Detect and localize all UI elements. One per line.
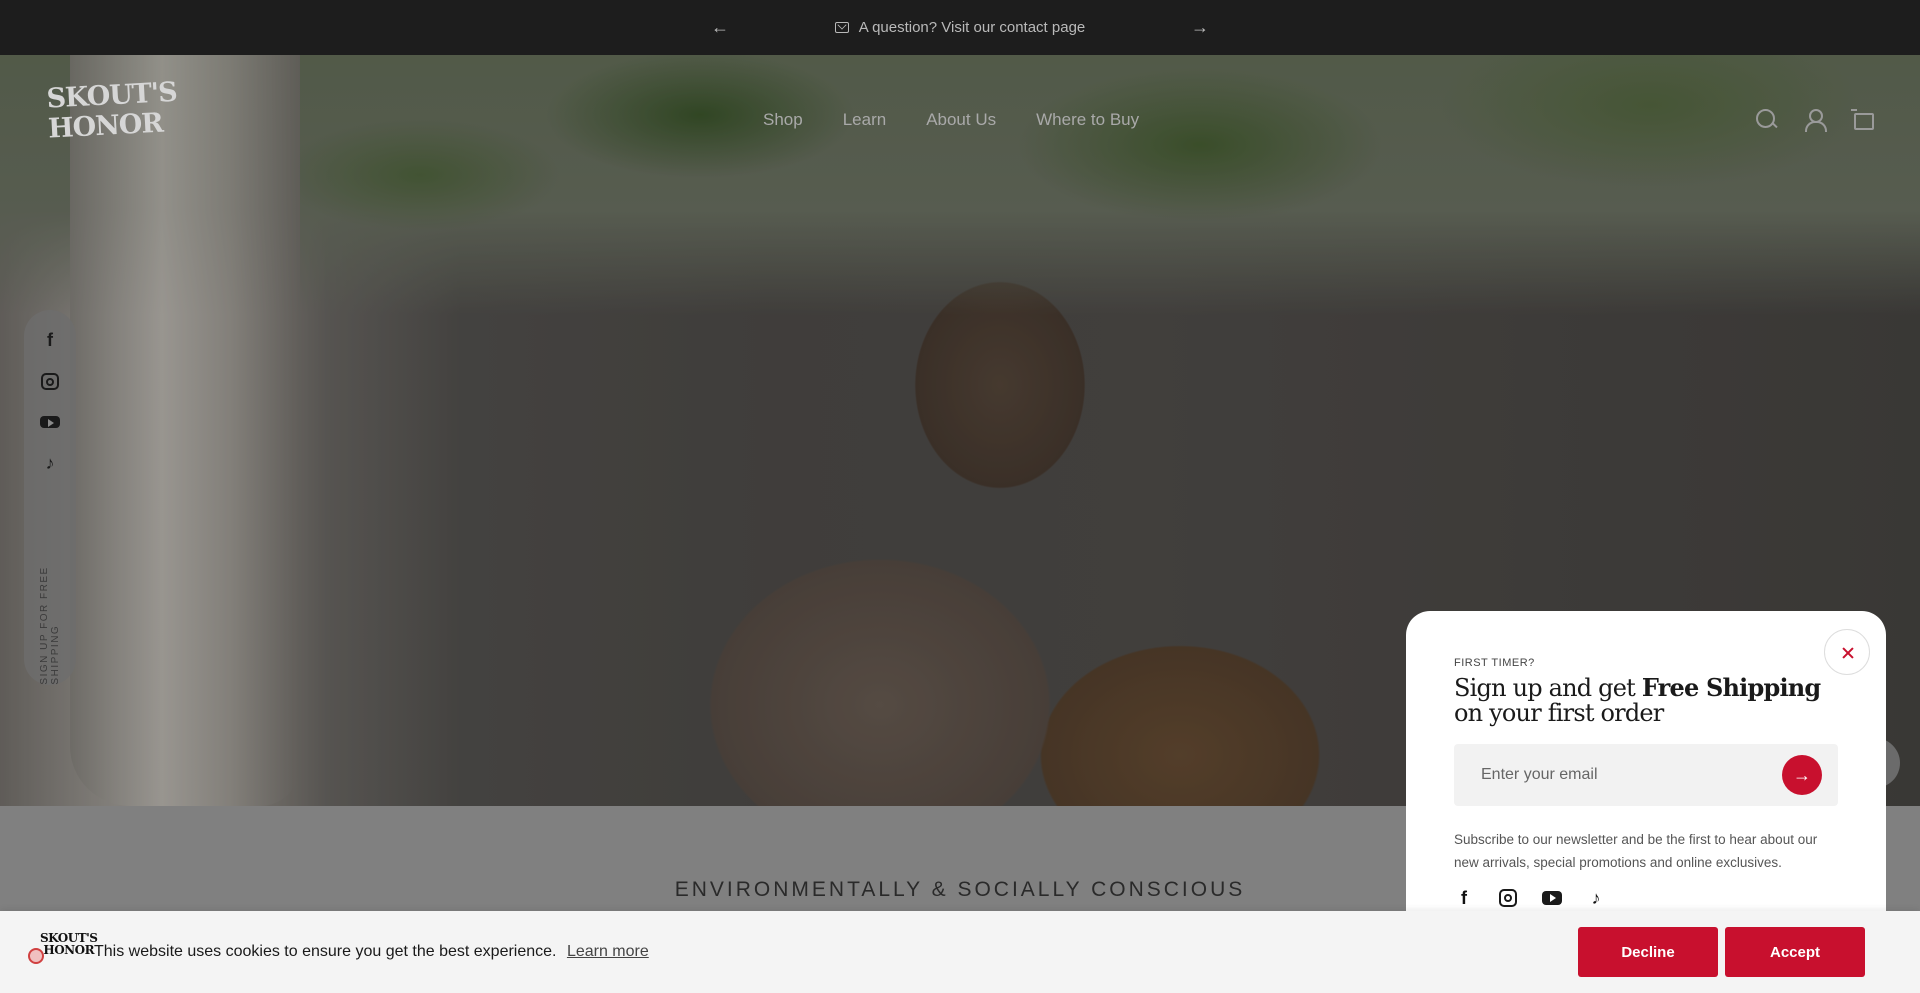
popup-eyebrow: FIRST TIMER?	[1454, 657, 1535, 669]
nav-item-learn[interactable]: Learn	[843, 110, 886, 130]
popup-social-icons: f ♪	[1454, 888, 1838, 908]
tiktok-icon[interactable]: ♪	[1586, 888, 1606, 908]
submit-arrow-button[interactable]: →	[1782, 755, 1822, 795]
accept-button[interactable]: Accept	[1725, 927, 1865, 977]
arrow-left-icon[interactable]: ←	[705, 17, 735, 38]
announcement-message[interactable]: A question? Visit our contact page	[735, 19, 1185, 36]
announcement-text[interactable]: A question? Visit our contact page	[859, 19, 1086, 36]
headline-bold: Free Shipping	[1641, 673, 1821, 702]
account-icon[interactable]	[1803, 108, 1827, 132]
mail-icon	[834, 22, 849, 33]
nav-item-shop[interactable]: Shop	[763, 110, 803, 130]
site-logo[interactable]: SKOUT'S HONOR	[46, 77, 178, 168]
cookie-message: This website uses cookies to ensure you …	[94, 943, 649, 961]
social-sidebar: f ♪ SIGN UP FOR FREE SHIPPING	[24, 310, 76, 685]
subscribe-text: Subscribe to our newsletter and be the f…	[1454, 832, 1818, 870]
signup-free-shipping-link[interactable]: SIGN UP FOR FREE SHIPPING	[39, 519, 61, 685]
newsletter-popup: FIRST TIMER? Sign up and get Free Shippi…	[1406, 611, 1886, 911]
instagram-icon[interactable]	[41, 373, 59, 390]
announcement-bar: ← A question? Visit our contact page →	[0, 0, 1920, 55]
popup-headline: Sign up and get Free Shipping on your fi…	[1454, 675, 1838, 726]
facebook-icon[interactable]: f	[1454, 888, 1474, 908]
cookie-text: This website uses cookies to ensure you …	[94, 943, 557, 960]
email-field-wrapper: →	[1454, 744, 1838, 806]
cookie-logo-text: SKOUT'S HONOR	[40, 932, 98, 957]
tiktok-icon[interactable]: ♪	[38, 451, 62, 475]
cookie-logo-line-2: HONOR	[43, 943, 95, 957]
learn-more-link[interactable]: Learn more	[567, 943, 649, 960]
search-icon[interactable]	[1755, 108, 1777, 130]
headline-pre: Sign up and get	[1454, 674, 1642, 702]
close-icon[interactable]	[1824, 629, 1870, 675]
email-field[interactable]	[1454, 744, 1754, 806]
cart-icon[interactable]	[1851, 108, 1874, 130]
logo-line-2: HONOR	[47, 107, 164, 145]
cookie-logo: SKOUT'S HONOR	[28, 930, 98, 974]
youtube-icon[interactable]	[40, 415, 60, 429]
header-icons	[1755, 108, 1874, 132]
nav-item-where-to-buy[interactable]: Where to Buy	[1036, 110, 1139, 130]
arrow-right-icon[interactable]: →	[1185, 17, 1215, 38]
headline-post: on your first order	[1454, 699, 1664, 727]
decline-button[interactable]: Decline	[1578, 927, 1718, 977]
nav-item-about-us[interactable]: About Us	[926, 110, 996, 130]
main-nav: Shop Learn About Us Where to Buy	[763, 110, 1139, 130]
youtube-icon[interactable]	[1542, 891, 1562, 905]
facebook-icon[interactable]: f	[38, 328, 62, 352]
instagram-icon[interactable]	[1499, 889, 1517, 907]
